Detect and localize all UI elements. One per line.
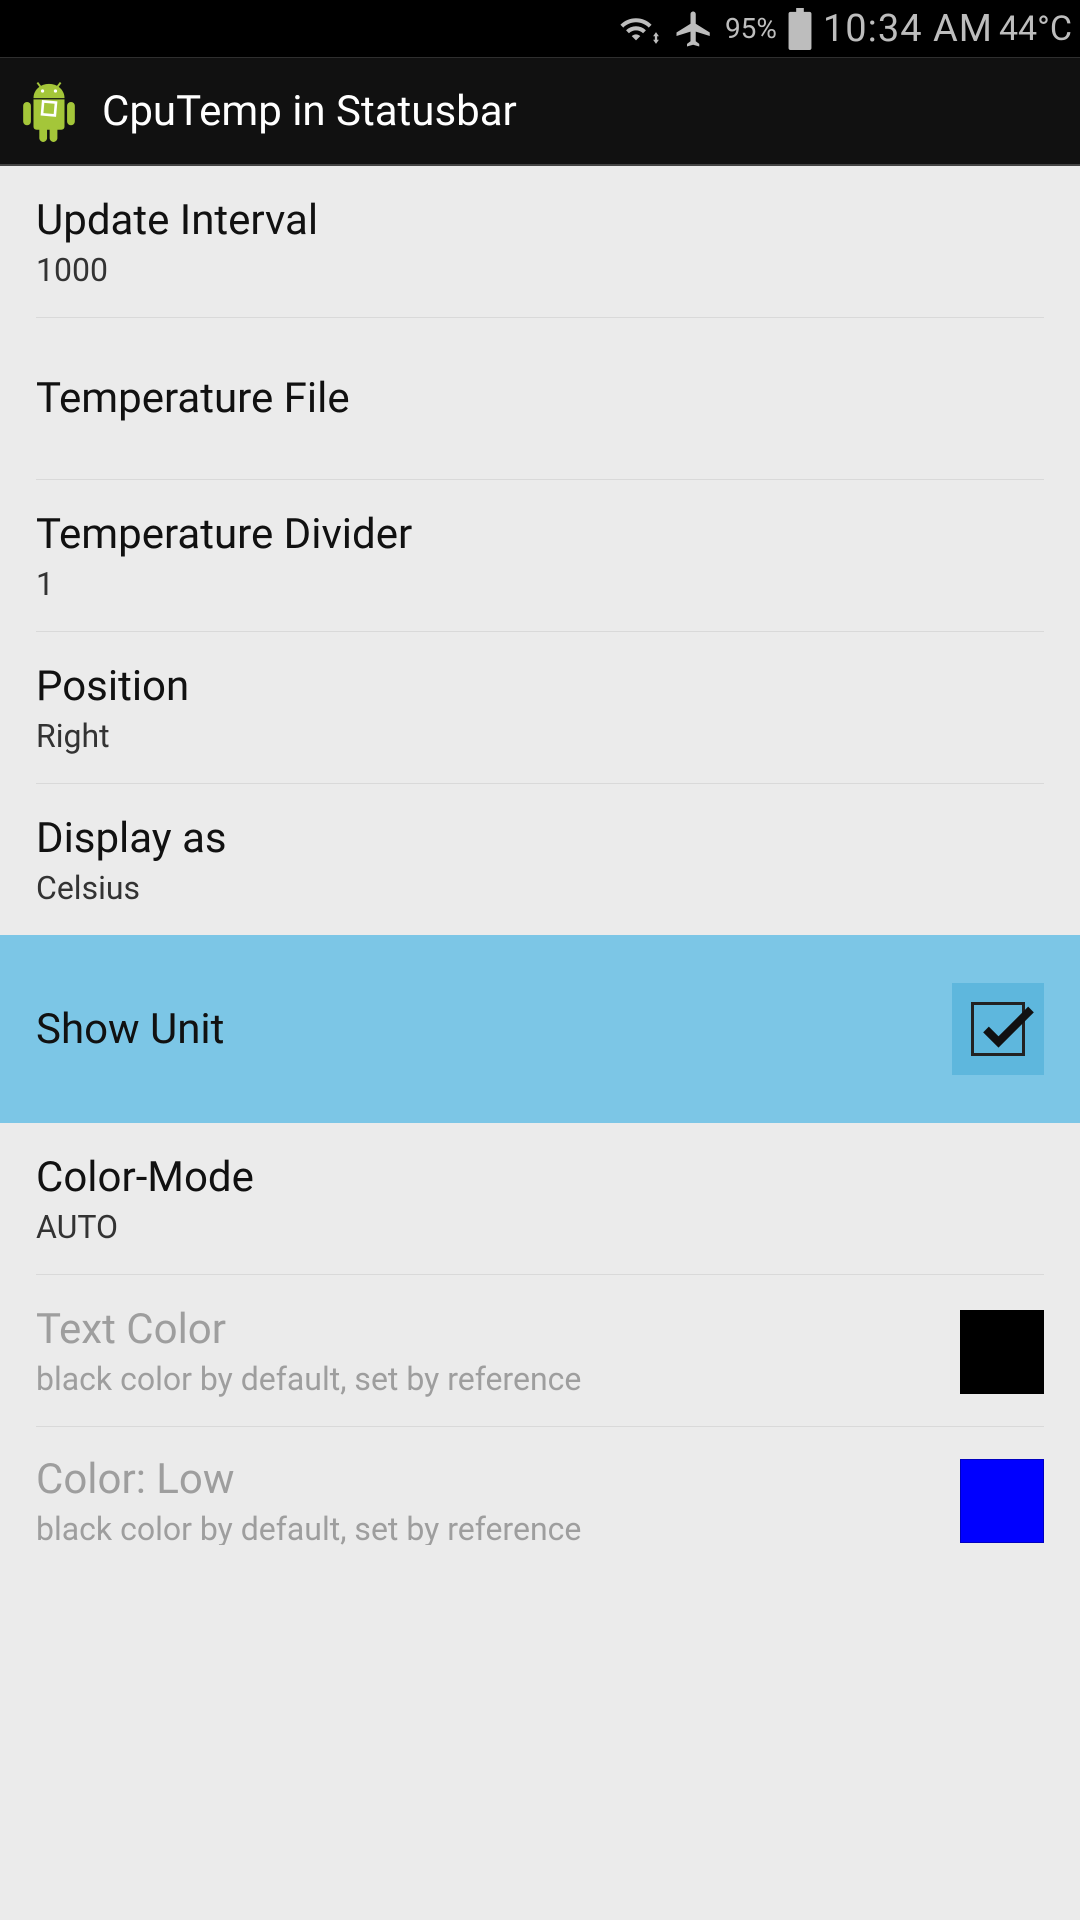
setting-color-low[interactable]: Color: Low black color by default, set b…	[36, 1427, 1044, 1545]
status-temperature: 44°C	[999, 9, 1072, 49]
battery-percentage: 95%	[725, 12, 777, 45]
setting-temperature-file[interactable]: Temperature File	[36, 318, 1044, 480]
setting-value: Celsius	[36, 869, 227, 907]
color-low-swatch	[960, 1459, 1044, 1543]
setting-title: Color-Mode	[36, 1153, 254, 1202]
setting-value: 1000	[36, 251, 318, 289]
checkmark-icon	[971, 1002, 1025, 1056]
text-color-swatch	[960, 1310, 1044, 1394]
setting-update-interval[interactable]: Update Interval 1000	[36, 166, 1044, 318]
app-title: CpuTemp in Statusbar	[102, 87, 517, 136]
setting-title: Temperature File	[36, 354, 350, 443]
status-bar: 95% 10:34 AM 44°C	[0, 0, 1080, 58]
setting-title: Show Unit	[36, 1005, 224, 1054]
setting-display-as[interactable]: Display as Celsius	[36, 784, 1044, 935]
setting-title: Position	[36, 662, 189, 711]
show-unit-checkbox[interactable]	[952, 983, 1044, 1075]
setting-title: Update Interval	[36, 196, 318, 245]
setting-title: Display as	[36, 814, 227, 863]
battery-icon	[787, 8, 813, 50]
setting-value: AUTO	[36, 1208, 254, 1246]
setting-temperature-divider[interactable]: Temperature Divider 1	[36, 480, 1044, 632]
wifi-icon	[617, 12, 663, 46]
setting-color-mode[interactable]: Color-Mode AUTO	[36, 1123, 1044, 1275]
setting-title: Temperature Divider	[36, 510, 412, 559]
setting-position[interactable]: Position Right	[36, 632, 1044, 784]
setting-text-color[interactable]: Text Color black color by default, set b…	[36, 1275, 1044, 1427]
setting-title: Color: Low	[36, 1455, 581, 1504]
setting-value: Right	[36, 717, 189, 755]
status-time: 10:34 AM	[823, 7, 993, 51]
setting-show-unit[interactable]: Show Unit	[0, 935, 1080, 1123]
airplane-mode-icon	[673, 8, 715, 50]
setting-title: Text Color	[36, 1305, 581, 1354]
settings-list: Update Interval 1000 Temperature File Te…	[0, 166, 1080, 1545]
app-icon	[18, 80, 80, 142]
setting-subtitle: black color by default, set by reference	[36, 1360, 581, 1398]
setting-value: 1	[36, 565, 412, 603]
setting-subtitle: black color by default, set by reference	[36, 1510, 581, 1546]
action-bar: CpuTemp in Statusbar	[0, 58, 1080, 166]
